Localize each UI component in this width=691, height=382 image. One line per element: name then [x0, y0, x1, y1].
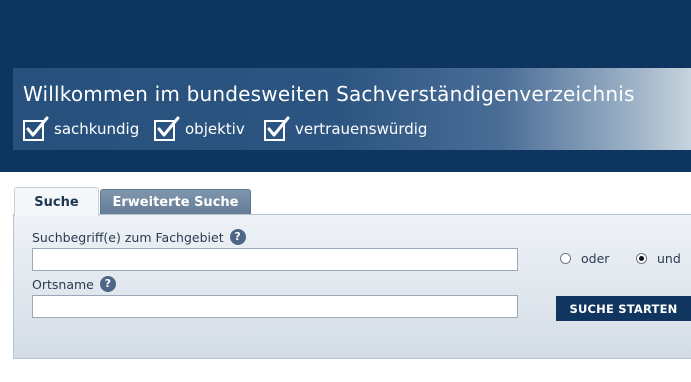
search-start-button[interactable]: SUCHE STARTEN	[556, 296, 691, 321]
location-label-text: Ortsname	[32, 276, 94, 292]
claim-label: objektiv	[185, 120, 245, 138]
location-field-label: Ortsname ?	[32, 276, 116, 292]
radio-button[interactable]	[636, 253, 647, 264]
radio-label: und	[657, 251, 681, 266]
claim-label: sachkundig	[54, 120, 140, 138]
radio-und[interactable]: und	[636, 251, 681, 266]
checkbox-check-icon	[154, 116, 180, 141]
term-field-label: Suchbegriff(e) zum Fachgebiet ?	[32, 229, 246, 245]
tab-erweiterte-suche[interactable]: Erweiterte Suche	[100, 189, 251, 214]
location-input[interactable]	[32, 295, 518, 318]
radio-button[interactable]	[560, 253, 571, 264]
claim-objektiv: objektiv	[154, 116, 245, 142]
welcome-banner: Willkommen im bundesweiten Sachverständi…	[13, 68, 691, 150]
help-icon[interactable]: ?	[229, 229, 246, 245]
claim-vertrauenswuerdig: vertrauenswürdig	[264, 116, 427, 142]
checkbox-check-icon	[264, 116, 290, 141]
help-icon[interactable]: ?	[99, 276, 116, 292]
tab-suche[interactable]: Suche	[14, 187, 99, 216]
claim-label: vertrauenswürdig	[295, 120, 428, 138]
banner-title: Willkommen im bundesweiten Sachverständi…	[23, 82, 635, 106]
checkbox-check-icon	[23, 116, 49, 141]
claim-sachkundig: sachkundig	[23, 116, 139, 142]
radio-oder[interactable]: oder	[560, 251, 609, 266]
term-label-text: Suchbegriff(e) zum Fachgebiet	[32, 229, 224, 245]
search-term-input[interactable]	[32, 248, 518, 271]
radio-label: oder	[581, 251, 610, 266]
